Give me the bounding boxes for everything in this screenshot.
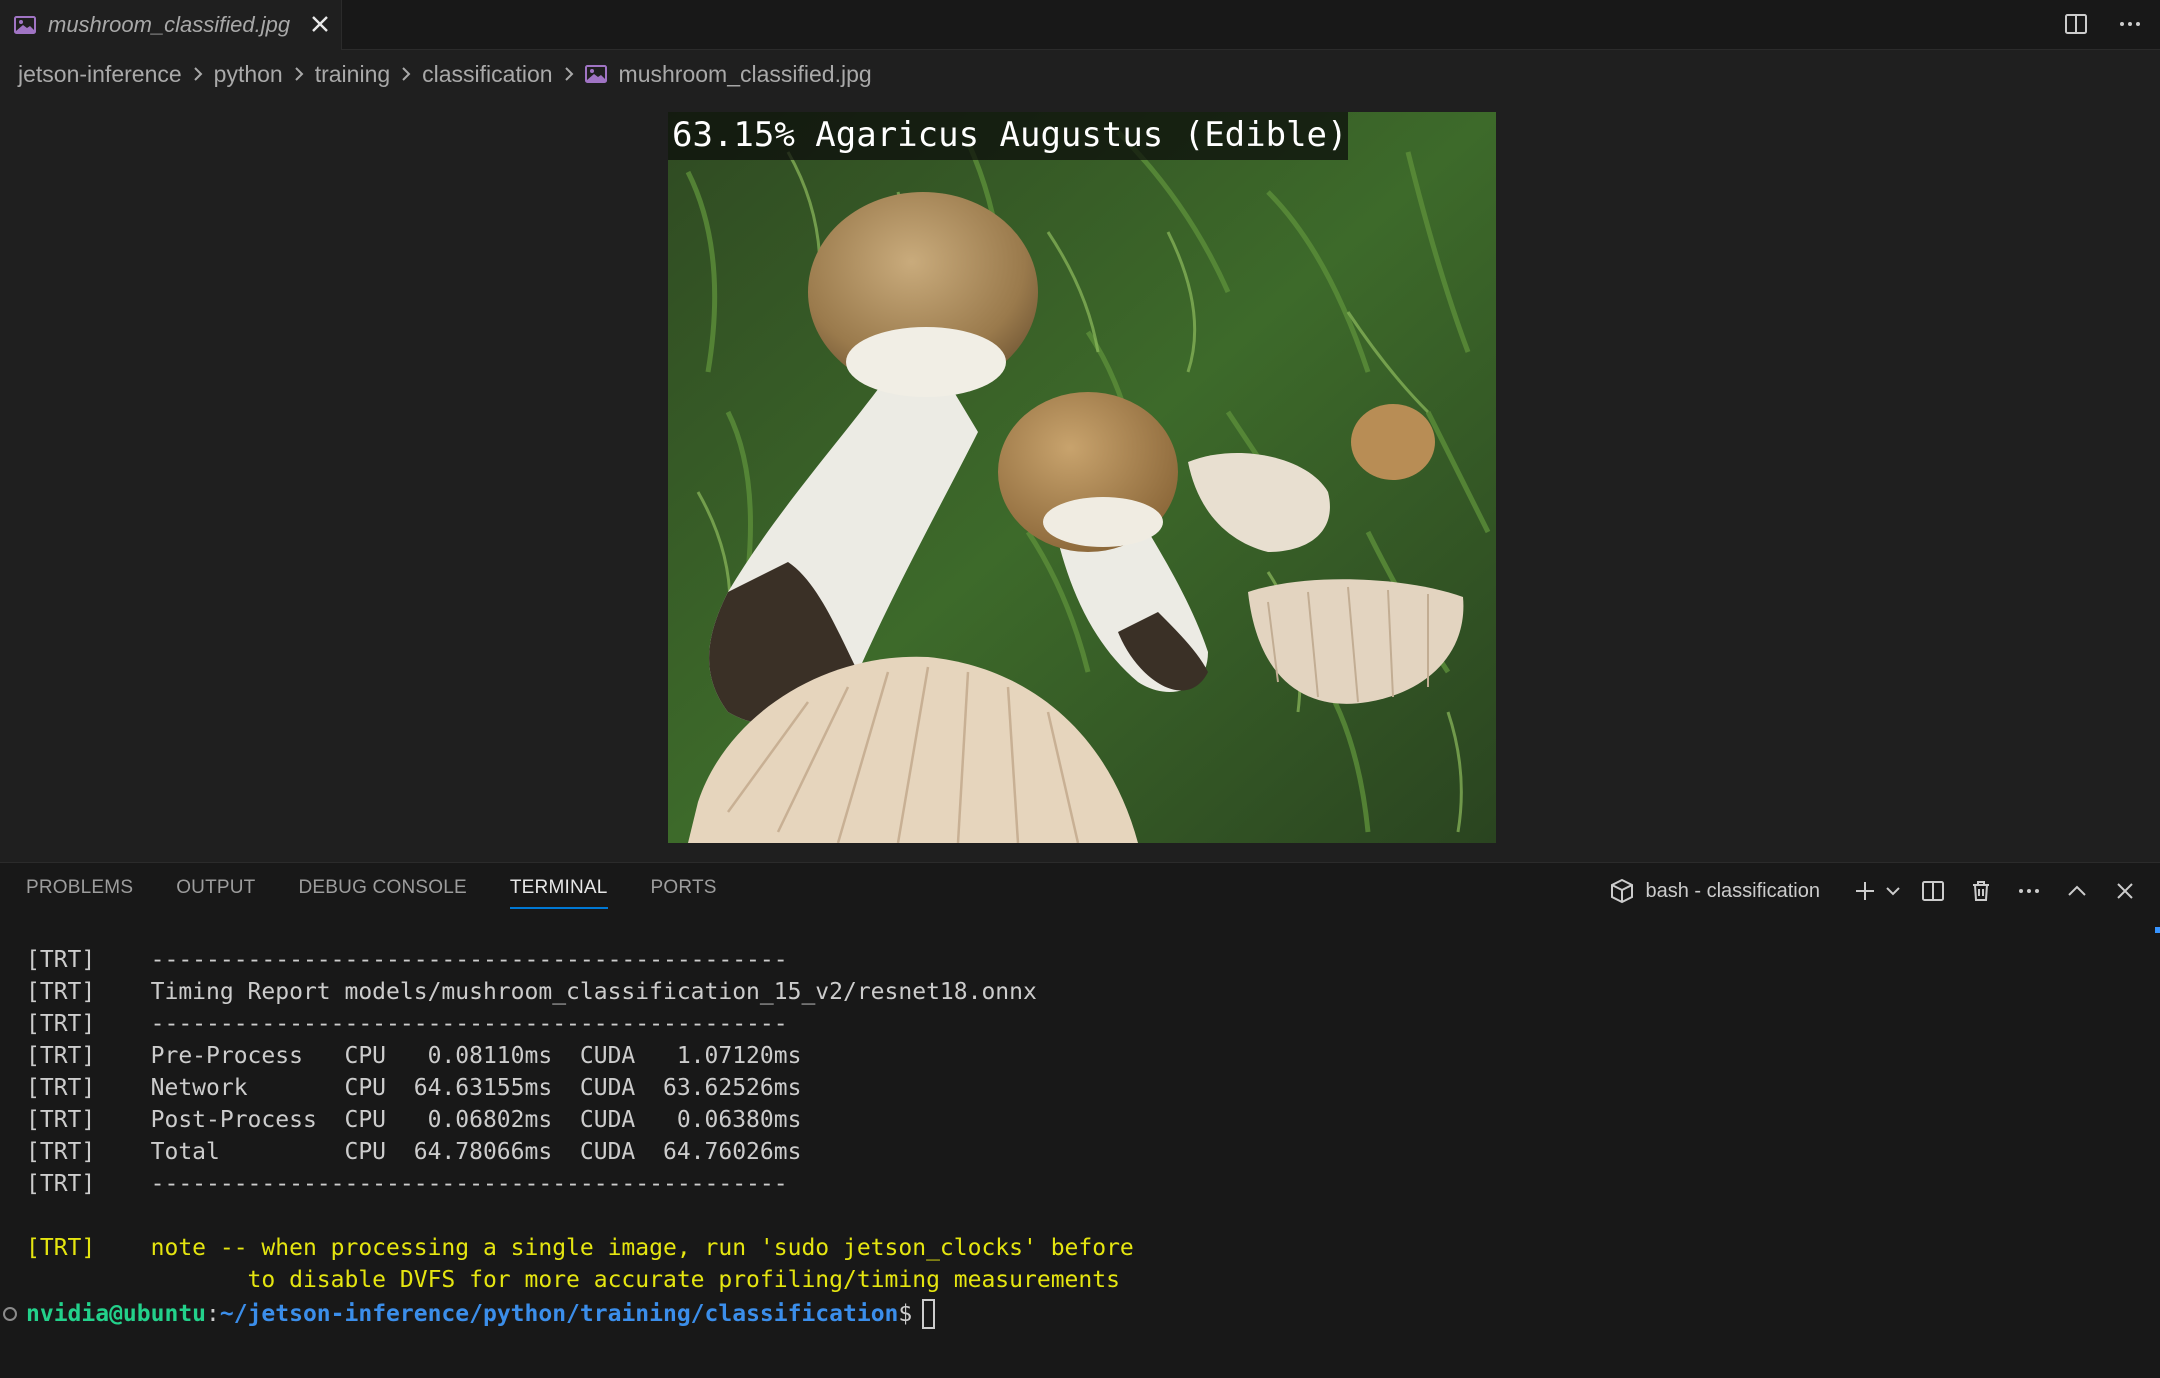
chevron-right-icon	[293, 66, 305, 82]
split-editor-icon[interactable]	[2056, 4, 2096, 44]
chevron-right-icon	[192, 66, 204, 82]
terminal-note-line: [TRT] note -- when processing a single i…	[26, 1235, 1134, 1261]
scrollbar-marker	[2155, 927, 2160, 933]
terminal-line: [TRT] ----------------------------------…	[26, 1171, 788, 1197]
breadcrumb: jetson-inference python training classif…	[18, 58, 872, 90]
prompt-path: ~/jetson-inference/python/training/class…	[219, 1301, 899, 1327]
prompt-symbol: $	[898, 1301, 913, 1327]
more-actions-icon[interactable]	[2110, 4, 2150, 44]
new-terminal-icon[interactable]	[1846, 872, 1884, 910]
panel-tabs: PROBLEMS OUTPUT DEBUG CONSOLE TERMINAL P…	[26, 877, 717, 909]
editor-tab[interactable]: mushroom_classified.jpg	[0, 0, 342, 50]
breadcrumb-file[interactable]: mushroom_classified.jpg	[619, 61, 872, 88]
terminal-line: [TRT] Pre-Process CPU 0.08110ms CUDA 1.0…	[26, 1043, 802, 1069]
terminal-line: [TRT] Total CPU 64.78066ms CUDA 64.76026…	[26, 1139, 802, 1165]
close-panel-icon[interactable]	[2106, 872, 2144, 910]
breadcrumb-item[interactable]: training	[315, 61, 390, 88]
chevron-right-icon	[400, 66, 412, 82]
terminal-note-line: to disable DVFS for more accurate profil…	[26, 1267, 1120, 1293]
maximize-panel-icon[interactable]	[2058, 872, 2096, 910]
mushroom-image[interactable]: 63.15% Agaricus Augustus (Edible)	[668, 112, 1496, 843]
breadcrumb-item[interactable]: classification	[422, 61, 552, 88]
classification-caption: 63.15% Agaricus Augustus (Edible)	[668, 112, 1348, 160]
tab-problems[interactable]: PROBLEMS	[26, 877, 133, 909]
editor-tab-bar: mushroom_classified.jpg	[0, 0, 2160, 50]
terminal-line: [TRT] Network CPU 64.63155ms CUDA 63.625…	[26, 1075, 802, 1101]
image-file-icon	[14, 14, 36, 36]
prompt-user: nvidia@ubuntu	[26, 1301, 207, 1327]
tab-ports[interactable]: PORTS	[651, 877, 717, 909]
chevron-right-icon	[563, 66, 575, 82]
terminal-profile-icon	[1609, 878, 1635, 904]
tab-terminal[interactable]: TERMINAL	[509, 877, 608, 909]
command-decoration-icon[interactable]	[3, 1307, 17, 1321]
tab-debug-console[interactable]: DEBUG CONSOLE	[299, 877, 467, 909]
more-actions-icon[interactable]	[2010, 872, 2048, 910]
close-icon[interactable]	[306, 10, 334, 38]
terminal-cursor	[922, 1299, 936, 1329]
terminal-selector[interactable]: bash - classification	[1609, 878, 1820, 904]
trash-icon[interactable]	[1962, 872, 2000, 910]
image-file-icon	[584, 63, 607, 85]
tab-label: mushroom_classified.jpg	[48, 12, 291, 37]
chevron-down-icon[interactable]	[1882, 872, 1904, 910]
breadcrumb-item[interactable]: jetson-inference	[18, 61, 182, 88]
split-terminal-icon[interactable]	[1914, 872, 1952, 910]
terminal-line: [TRT] Post-Process CPU 0.06802ms CUDA 0.…	[26, 1107, 802, 1133]
breadcrumb-item[interactable]: python	[214, 61, 283, 88]
panel-actions: bash - classification	[1609, 871, 2144, 911]
prompt-separator: :	[206, 1301, 220, 1327]
tab-output[interactable]: OUTPUT	[176, 877, 255, 909]
terminal-line: [TRT] ----------------------------------…	[26, 947, 788, 973]
terminal-prompt[interactable]: nvidia@ubuntu: ~/jetson-inference/python/…	[0, 1299, 936, 1329]
terminal-name: bash - classification	[1645, 879, 1820, 902]
image-preview-area: 63.15% Agaricus Augustus (Edible)	[0, 95, 2160, 860]
terminal-line: [TRT] ----------------------------------…	[26, 1011, 788, 1037]
terminal-line: [TRT] Timing Report models/mushroom_clas…	[26, 979, 1037, 1005]
bottom-panel: PROBLEMS OUTPUT DEBUG CONSOLE TERMINAL P…	[0, 862, 2160, 1378]
